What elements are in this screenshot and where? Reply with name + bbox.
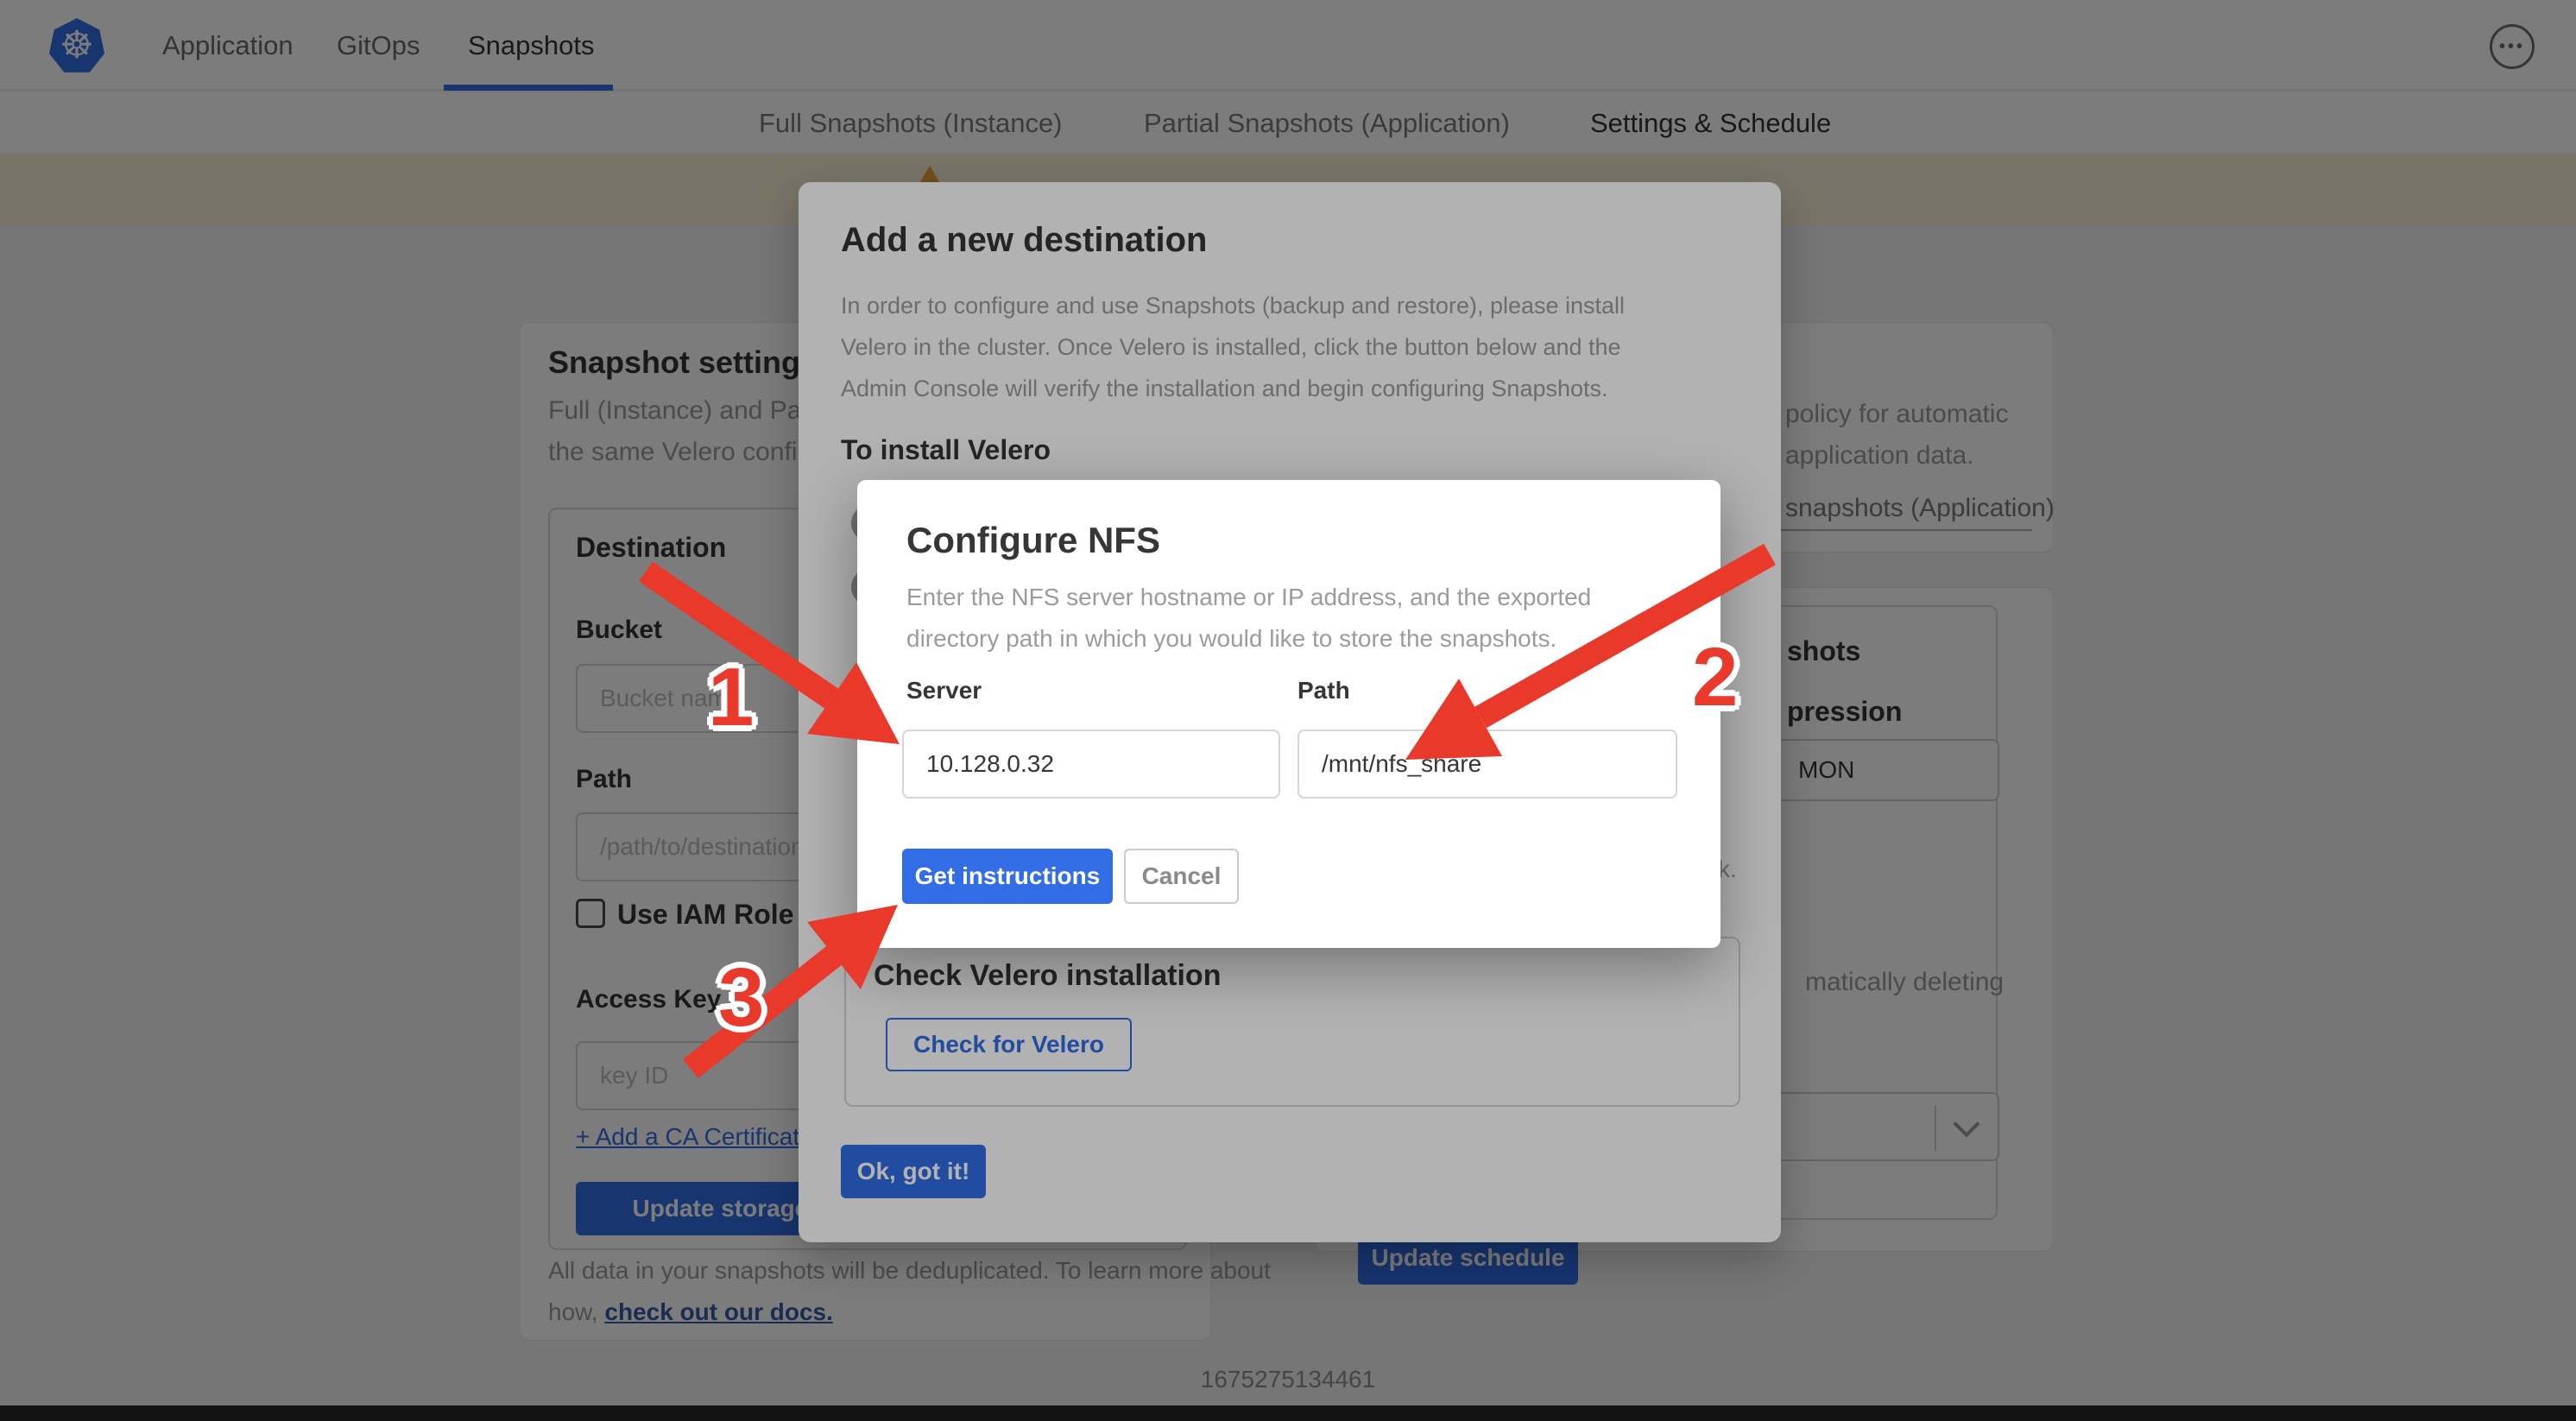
configure-nfs-title: Configure NFS	[906, 520, 1160, 561]
nfs-path-label: Path	[1297, 677, 1350, 704]
nfs-description-line1: Enter the NFS server hostname or IP addr…	[906, 584, 1591, 611]
configure-nfs-modal: Configure NFS Enter the NFS server hostn…	[857, 480, 1720, 948]
nfs-path-input[interactable]	[1297, 729, 1677, 799]
get-instructions-button[interactable]: Get instructions	[902, 849, 1113, 904]
server-input[interactable]	[902, 729, 1280, 799]
nfs-description-line2: directory path in which you would like t…	[906, 625, 1556, 653]
cancel-button[interactable]: Cancel	[1124, 849, 1239, 904]
server-label: Server	[906, 677, 982, 704]
screenshot-root: ☸ Application GitOps Snapshots ••• Full …	[0, 0, 2576, 1421]
